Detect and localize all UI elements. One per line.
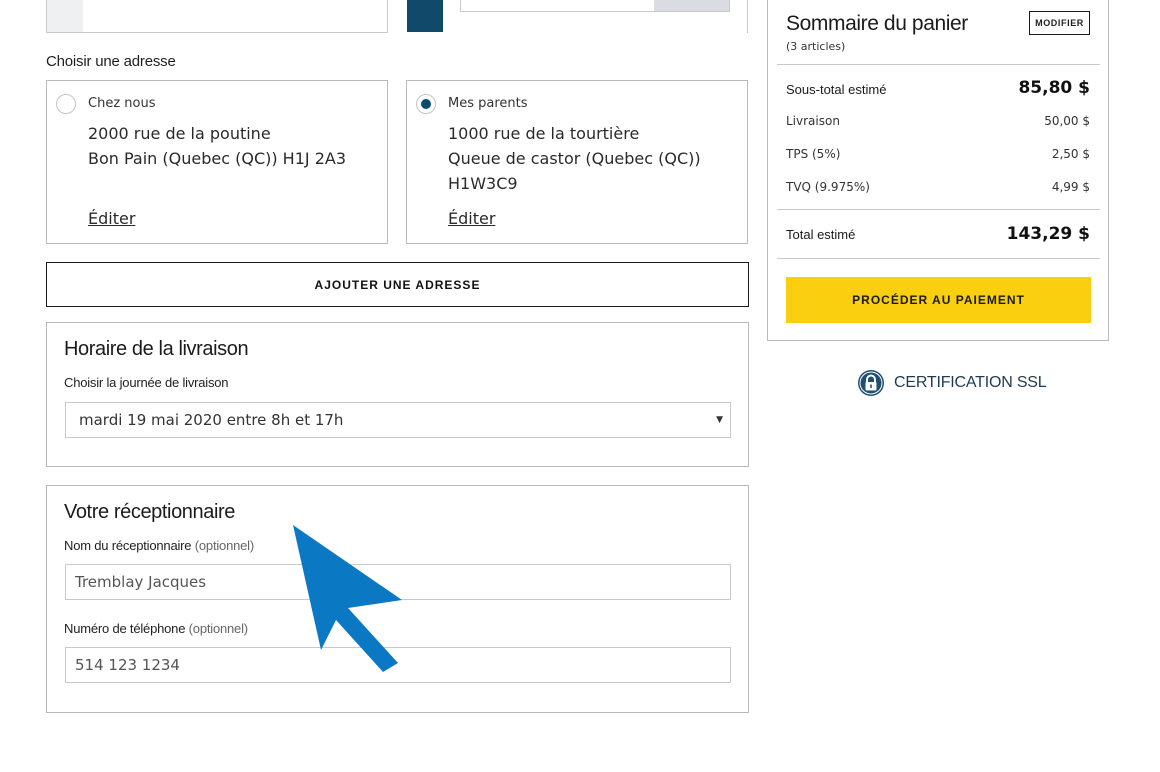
address-line-2: Queue de castor (Quebec (QC)) — [448, 149, 701, 168]
tvq-value: 4,99 $ — [1051, 180, 1090, 194]
proceed-to-payment-button[interactable]: PROCÉDER AU PAIEMENT — [786, 277, 1091, 323]
address-card-home[interactable]: Chez nous 2000 rue de la poutine Bon Pai… — [46, 80, 388, 244]
total-value: 143,29 $ — [1006, 224, 1090, 244]
cart-item-count: (3 articles) — [786, 40, 846, 53]
choose-address-label: Choisir une adresse — [46, 53, 176, 70]
address-radio-home[interactable] — [56, 94, 76, 114]
previous-card-border — [747, 0, 748, 33]
ssl-certification: CERTIFICATION SSL — [857, 369, 1047, 397]
address-line-1: 2000 rue de la poutine — [88, 124, 271, 143]
modify-cart-button[interactable]: MODIFIER — [1029, 11, 1090, 35]
total-label: Total estimé — [786, 227, 856, 242]
recipient-name-label-text: Nom du réceptionnaire — [64, 538, 192, 553]
address-name: Chez nous — [88, 96, 156, 111]
subtotal-value: 85,80 $ — [1018, 78, 1090, 98]
delivery-day-select[interactable]: mardi 19 mai 2020 entre 8h et 17h ▼ — [65, 402, 731, 438]
add-address-button[interactable]: AJOUTER UNE ADRESSE — [46, 262, 749, 307]
address-line-3: H1W3C9 — [448, 174, 518, 193]
tps-value: 2,50 $ — [1051, 147, 1090, 161]
address-line-2: Bon Pain (Quebec (QC)) H1J 2A3 — [88, 149, 346, 168]
shipping-label: Livraison — [786, 114, 840, 128]
divider — [777, 209, 1100, 210]
divider — [777, 64, 1100, 65]
mouse-pointer-icon — [293, 525, 402, 672]
delivery-schedule-panel: Horaire de la livraison Choisir la journ… — [46, 322, 749, 467]
shipping-value: 50,00 $ — [1044, 114, 1090, 128]
cart-summary-title: Sommaire du panier — [786, 12, 968, 35]
cart-summary-panel: Sommaire du panier (3 articles) MODIFIER… — [767, 0, 1109, 341]
card-strip — [47, 0, 83, 32]
address-line-1: 1000 rue de la tourtière — [448, 124, 640, 143]
address-radio-parents[interactable] — [416, 94, 436, 114]
address-card-parents[interactable]: Mes parents 1000 rue de la tourtière Que… — [406, 80, 748, 244]
padlock-icon — [858, 370, 884, 396]
subtotal-label: Sous-total estimé — [786, 82, 887, 97]
ssl-label: CERTIFICATION SSL — [894, 374, 1047, 391]
recipient-title: Votre réceptionnaire — [64, 501, 236, 523]
edit-address-link[interactable]: Éditer — [448, 209, 495, 228]
recipient-phone-label-text: Numéro de téléphone — [64, 621, 186, 636]
previous-dark-block — [407, 0, 443, 32]
optional-tag: (optionnel) — [188, 621, 248, 636]
optional-tag: (optionnel) — [194, 538, 254, 553]
address-name: Mes parents — [448, 96, 528, 111]
tvq-label: TVQ (9.975%) — [786, 180, 870, 194]
delivery-day-label: Choisir la journée de livraison — [64, 375, 229, 390]
caret-down-icon: ▼ — [716, 415, 723, 425]
recipient-phone-label: Numéro de téléphone (optionnel) — [64, 621, 248, 636]
previous-input-field[interactable] — [460, 0, 730, 12]
delivery-day-value: mardi 19 mai 2020 entre 8h et 17h — [79, 411, 344, 429]
tps-label: TPS (5%) — [786, 147, 841, 161]
previous-input-addon — [654, 0, 729, 11]
recipient-name-label: Nom du réceptionnaire (optionnel) — [64, 538, 254, 553]
previous-card-left — [46, 0, 388, 33]
delivery-schedule-title: Horaire de la livraison — [64, 338, 249, 360]
edit-address-link[interactable]: Éditer — [88, 209, 135, 228]
divider — [777, 258, 1100, 259]
